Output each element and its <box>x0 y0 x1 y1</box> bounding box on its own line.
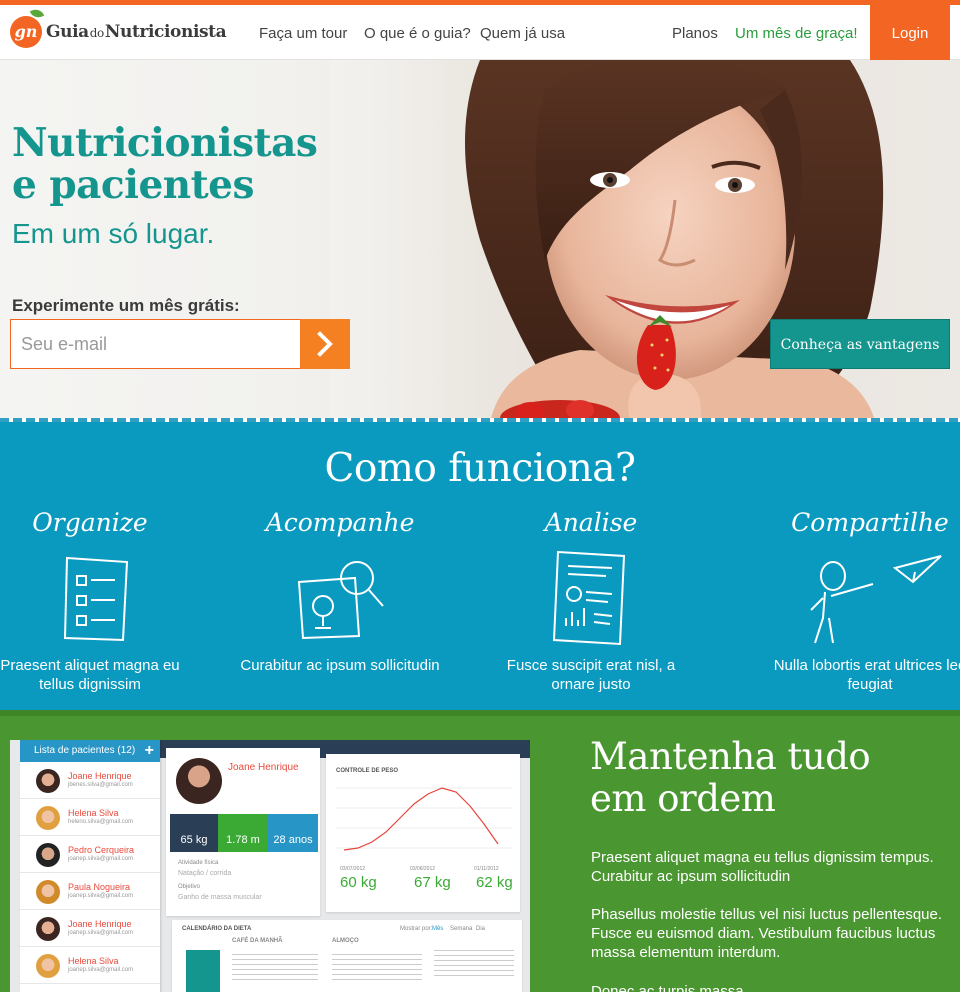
hero-title-line1: Nutricionistas <box>12 120 318 166</box>
diet-col: ALMOÇO <box>332 938 359 944</box>
step-follow: Acompanhe Curabitur ac ipsum sollicitudi… <box>240 508 440 675</box>
weight-value: 62 kg <box>476 874 513 891</box>
email-submit-button[interactable] <box>300 319 350 369</box>
magnifier-chart-icon <box>297 561 384 640</box>
mockup-diet-calendar: CALENDÁRIO DA DIETA Mostrar por: Mês Sem… <box>172 920 522 992</box>
how-title: Como funciona? <box>324 446 636 491</box>
view-option: Dia <box>476 926 486 932</box>
order-paragraph-2: Phasellus molestie tellus vel nisi luctu… <box>591 906 943 961</box>
list-item: Pedro Cerqueira joanep.silva@gmail.com <box>20 836 160 873</box>
profile-name: Joane Henrique <box>228 762 299 773</box>
logo-mark-icon: gn <box>10 7 45 48</box>
weight-date: 03/06/2012 <box>410 866 436 872</box>
patient-list-header: Lista de pacientes (12) + <box>20 740 160 762</box>
text-lines <box>332 954 422 984</box>
order-title: Mantenha tudo em ordem <box>590 735 871 820</box>
site-logo[interactable]: gn GuiadoNutricionista <box>10 7 227 50</box>
list-item: Joane Henrique jbenes.silva@gmail.com <box>20 762 160 799</box>
weight-value: 60 kg <box>340 874 377 891</box>
step-text: Fusce suscipit erat nisl, a ornare justo <box>506 657 676 693</box>
nav-what-link[interactable]: O que é o guia? <box>364 5 471 60</box>
step-name: Analise <box>544 508 638 537</box>
step-text: Praesent aliquet magna eu tellus digniss… <box>0 657 180 693</box>
clipboard-list-icon <box>63 556 129 642</box>
nav-plans-link[interactable]: Planos <box>672 5 718 60</box>
stat-age: 28 anos <box>268 814 318 852</box>
weight-chart-title: CONTROLE DE PESO <box>336 768 399 774</box>
diet-col: CAFÉ DA MANHÃ <box>232 938 283 944</box>
chevron-right-icon <box>317 331 333 357</box>
report-document-icon <box>552 550 626 646</box>
order-title-line2: em ordem <box>590 777 776 820</box>
order-paragraph-1: Praesent aliquet magna eu tellus digniss… <box>591 849 934 885</box>
avatar <box>176 758 222 804</box>
step-name: Compartilhe <box>791 508 949 537</box>
email-field-wrapper <box>10 319 301 369</box>
list-item: Helena Silva heleno.silva@gmail.com <box>20 799 160 836</box>
step-share: Compartilhe Nulla lobortis erat ultrices… <box>770 508 960 694</box>
order-paragraph-3: Donec ac turpis massa. <box>591 983 748 992</box>
step-text: Nulla lobortis erat ultrices leo feugiat <box>773 657 960 693</box>
weight-value: 67 kg <box>414 874 451 891</box>
order-title-line1: Mantenha tudo <box>590 735 871 778</box>
hero-subtitle: Em um só lugar. <box>12 218 215 249</box>
weight-date: 03/07/2012 <box>340 866 366 872</box>
app-screenshot-mockup: Lista de pacientes (12) + Joane Henrique j… <box>10 740 530 992</box>
how-it-works-section: Como funciona? Organize Praesent aliquet… <box>0 422 960 710</box>
mockup-patient-list: Lista de pacientes (12) + Joane Henrique j… <box>20 740 160 992</box>
view-option: Mês <box>432 926 444 932</box>
step-analyze: Analise Fusce suscipit erat nisl, a orna… <box>491 508 691 694</box>
view-option: Semana <box>450 926 473 932</box>
text-lines <box>232 954 318 984</box>
list-item: Helena Silva joanep.silva@gmail.com <box>20 947 160 984</box>
goal-label: Objetivo <box>178 884 201 890</box>
login-button[interactable]: Login <box>870 5 950 60</box>
mockup-weight-chart: CONTROLE DE PESO 03/07/2012 03/06/2012 0… <box>326 754 520 912</box>
email-input[interactable] <box>11 320 301 368</box>
stat-height: 1.78 m <box>218 814 268 852</box>
view-by-label: Mostrar por: <box>400 926 433 932</box>
trial-label: Experimente um mês grátis: <box>12 296 240 315</box>
stat-weight: 65 kg <box>170 814 218 852</box>
nav-who-link[interactable]: Quem já usa <box>480 5 565 60</box>
text-lines <box>434 950 514 980</box>
organize-section: Lista de pacientes (12) + Joane Henrique j… <box>0 710 960 992</box>
hero-title-line2: e pacientes <box>12 162 254 208</box>
diet-title: CALENDÁRIO DA DIETA <box>182 926 252 932</box>
step-name: Acompanhe <box>265 508 415 537</box>
step-name: Organize <box>32 508 148 537</box>
advantages-button[interactable]: Conheça as vantagens <box>770 319 950 369</box>
mockup-profile-card: Joane Henrique 65 kg 1.78 m 28 anos Ativ… <box>166 748 320 916</box>
person-paper-plane-icon <box>810 555 942 644</box>
nav-tour-link[interactable]: Faça um tour <box>259 5 347 60</box>
activity-label: Atividade física <box>178 860 219 866</box>
goal-value: Ganho de massa muscular <box>178 894 262 901</box>
weight-line-chart <box>336 787 512 851</box>
hero-section: Nutricionistas e pacientes Em um só luga… <box>0 60 960 422</box>
logo-text: GuiadoNutricionista <box>46 22 227 42</box>
step-organize: Organize Praesent aliquet magna eu tellu… <box>0 508 190 694</box>
hero-title: Nutricionistas e pacientes <box>12 120 318 208</box>
calendar-day-block <box>186 950 220 992</box>
list-item: Joane Henrique joanep.silva@gmail.com <box>20 910 160 947</box>
main-navbar: gn GuiadoNutricionista Faça um tour O qu… <box>0 5 960 60</box>
activity-value: Natação / corrida <box>178 870 232 877</box>
nav-free-month-link[interactable]: Um mês de graça! <box>735 5 858 60</box>
weight-date: 01/11/2012 <box>474 866 499 872</box>
step-text: Curabitur ac ipsum sollicitudin <box>240 657 440 674</box>
list-item: Paula Nogueira joanep.silva@gmail.com <box>20 873 160 910</box>
